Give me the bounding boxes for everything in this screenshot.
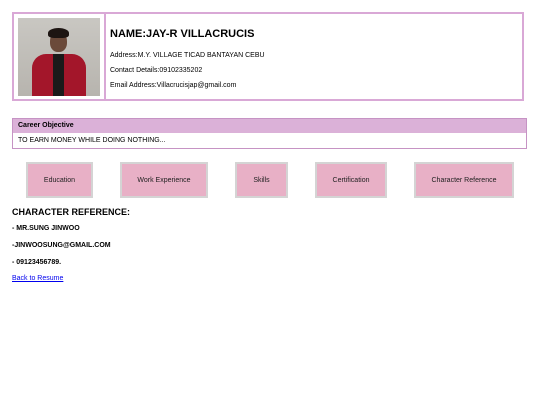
reference-name: - MR.SUNG JINWOO [12, 225, 80, 232]
character-reference-button[interactable]: Character Reference [414, 162, 514, 198]
career-objective: Career Objective TO EARN MONEY WHILE DOI… [12, 118, 527, 149]
work-experience-button[interactable]: Work Experience [120, 162, 208, 198]
objective-heading: Career Objective [13, 119, 526, 133]
reference-phone: - 09123456789. [12, 259, 62, 266]
reference-email: -JINWOOSUNG@GMAIL.COM [12, 242, 111, 249]
education-button[interactable]: Education [26, 162, 93, 198]
skills-button[interactable]: Skills [235, 162, 288, 198]
profile-photo [18, 18, 100, 96]
objective-text: TO EARN MONEY WHILE DOING NOTHING... [18, 137, 166, 144]
profile-name: NAME:JAY-R VILLACRUCIS [110, 28, 255, 40]
profile-contact: Contact Details:09102335202 [110, 67, 203, 74]
reference-title: CHARACTER REFERENCE: [12, 207, 131, 217]
profile-address: Address:M.Y. VILLAGE TICAD BANTAYAN CEBU [110, 52, 265, 59]
profile-card: NAME:JAY-R VILLACRUCIS Address:M.Y. VILL… [12, 12, 524, 101]
photo-cell [14, 14, 106, 99]
certification-button[interactable]: Certification [315, 162, 387, 198]
profile-email: Email Address:Villacrucisjap@gmail.com [110, 82, 237, 89]
back-to-resume-link[interactable]: Back to Resume [12, 275, 63, 282]
